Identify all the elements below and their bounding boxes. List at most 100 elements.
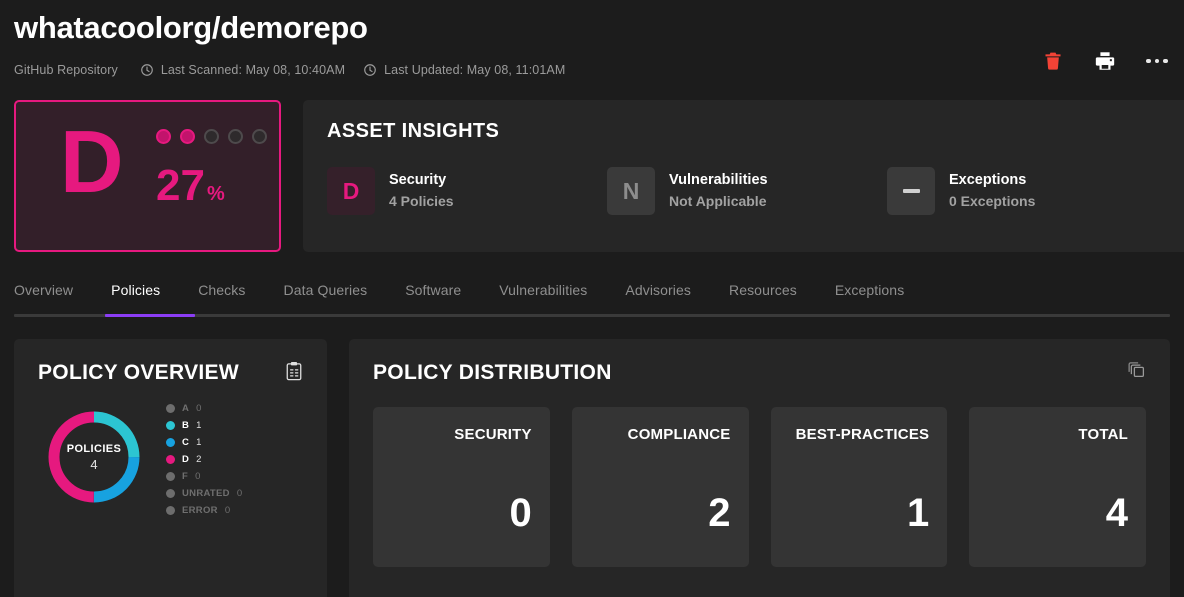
last-scanned-text: Last Scanned: May 08, 10:40AM bbox=[160, 63, 346, 77]
tab-software[interactable]: Software bbox=[405, 282, 461, 300]
legend-item-unrated[interactable]: UNRATED 0 bbox=[166, 485, 242, 502]
legend-label-a: A bbox=[182, 403, 190, 414]
stat-label-compliance: COMPLIANCE bbox=[627, 426, 731, 443]
insight-security-value: 4 Policies bbox=[389, 193, 454, 209]
legend-item-a[interactable]: A 0 bbox=[166, 400, 242, 417]
grade-dot-5 bbox=[252, 129, 267, 144]
legend-count-a: 0 bbox=[196, 403, 202, 414]
tab-list: Overview Policies Checks Data Queries So… bbox=[14, 272, 1170, 300]
grade-percent-value: 27 bbox=[156, 161, 205, 210]
delete-button[interactable] bbox=[1040, 48, 1066, 74]
legend-dot-a bbox=[166, 404, 175, 413]
asset-type-label: GitHub Repository bbox=[14, 63, 118, 77]
insight-vulnerabilities-text: Vulnerabilities Not Applicable bbox=[669, 170, 768, 212]
policy-donut-chart: POLICIES 4 bbox=[44, 407, 144, 507]
header-actions bbox=[1040, 48, 1170, 74]
insight-security-label: Security bbox=[389, 172, 447, 188]
legend-label-b: B bbox=[182, 420, 190, 431]
policy-grade-chart: POLICIES 4 A 0 B 1 C 1 D 2 F 0 UNRATED 0… bbox=[38, 403, 303, 519]
trash-icon bbox=[1045, 52, 1061, 70]
stat-value-total: 4 bbox=[1105, 491, 1128, 535]
grade-dot-1 bbox=[156, 129, 171, 144]
legend-item-c[interactable]: C 1 bbox=[166, 434, 242, 451]
legend-dot-f bbox=[166, 472, 175, 481]
tab-vulnerabilities[interactable]: Vulnerabilities bbox=[499, 282, 587, 300]
stat-value-best-practices: 1 bbox=[907, 491, 930, 535]
legend-label-error: ERROR bbox=[182, 505, 218, 516]
clipboard-list-icon[interactable] bbox=[285, 361, 303, 386]
legend-count-d: 2 bbox=[196, 454, 202, 465]
legend-label-d: D bbox=[182, 454, 190, 465]
legend-dot-error bbox=[166, 506, 175, 515]
legend-label-c: C bbox=[182, 437, 190, 448]
copy-layers-icon-glyph bbox=[1128, 362, 1145, 378]
insight-exceptions[interactable]: Exceptions 0 Exceptions bbox=[887, 167, 1167, 215]
policy-overview-title: POLICY OVERVIEW bbox=[38, 361, 239, 384]
legend-item-b[interactable]: B 1 bbox=[166, 417, 242, 434]
legend-dot-c bbox=[166, 438, 175, 447]
tab-policies[interactable]: Policies bbox=[111, 282, 160, 300]
tab-advisories[interactable]: Advisories bbox=[625, 282, 691, 300]
copy-layers-icon[interactable] bbox=[1128, 361, 1146, 384]
stat-tile-compliance[interactable]: COMPLIANCE 2 bbox=[571, 407, 749, 567]
asset-insights-title: ASSET INSIGHTS bbox=[327, 120, 500, 142]
stat-label-total: TOTAL bbox=[1078, 426, 1128, 443]
grade-dot-indicator bbox=[156, 129, 267, 144]
grade-percent-symbol: % bbox=[206, 183, 225, 205]
panels-row: POLICY OVERVIEW POLICIES 4 A 0 B 1 C 1 D… bbox=[0, 339, 1184, 597]
legend-count-error: 0 bbox=[224, 505, 231, 516]
print-button[interactable] bbox=[1092, 48, 1118, 74]
legend-item-d[interactable]: D 2 bbox=[166, 451, 242, 468]
printer-icon bbox=[1095, 52, 1115, 70]
stat-tile-best-practices[interactable]: BEST-PRACTICES 1 bbox=[770, 407, 948, 567]
stat-tile-total[interactable]: TOTAL 4 bbox=[969, 407, 1146, 567]
insight-vulnerabilities-value: Not Applicable bbox=[669, 193, 767, 209]
page-title: whatacoolorg/demorepo bbox=[14, 10, 368, 45]
overall-grade-card[interactable]: D 27% bbox=[14, 100, 281, 252]
insight-exceptions-value: 0 Exceptions bbox=[949, 193, 1036, 209]
dash-icon bbox=[902, 189, 920, 193]
clock-icon bbox=[364, 64, 376, 76]
tab-checks[interactable]: Checks bbox=[198, 282, 245, 300]
legend-count-unrated: 0 bbox=[236, 488, 243, 499]
stat-value-security: 0 bbox=[509, 491, 532, 535]
donut-center-label: POLICIES bbox=[66, 442, 122, 455]
legend-item-error[interactable]: ERROR 0 bbox=[166, 502, 242, 519]
grade-percent: 27% bbox=[156, 164, 225, 208]
insight-vulnerabilities-label: Vulnerabilities bbox=[669, 172, 768, 188]
summary-row: D 27% ASSET INSIGHTS D Security 4 Polici bbox=[0, 100, 1184, 252]
ellipsis-icon bbox=[1146, 58, 1168, 64]
tab-overview[interactable]: Overview bbox=[14, 282, 73, 300]
asset-insights-card: ASSET INSIGHTS D Security 4 Policies N V… bbox=[303, 100, 1184, 252]
tab-data-queries[interactable]: Data Queries bbox=[284, 282, 368, 300]
insight-security[interactable]: D Security 4 Policies bbox=[327, 167, 607, 215]
asset-detail-page: whatacoolorg/demorepo GitHub Repository … bbox=[0, 0, 1184, 597]
grade-dot-3 bbox=[204, 129, 219, 144]
grade-dot-4 bbox=[228, 129, 243, 144]
legend-label-unrated: UNRATED bbox=[182, 488, 230, 499]
last-scanned-meta: Last Scanned: May 08, 10:40AM bbox=[140, 63, 345, 77]
policy-distribution-tiles: SECURITY 0 COMPLIANCE 2 BEST-PRACTICES 1… bbox=[373, 407, 1146, 567]
tab-active-underline bbox=[105, 314, 195, 317]
grade-letter: D bbox=[60, 112, 124, 211]
insight-vulnerabilities[interactable]: N Vulnerabilities Not Applicable bbox=[607, 167, 887, 215]
asset-insights-list: D Security 4 Policies N Vulnerabilities … bbox=[327, 167, 1167, 215]
donut-center-text: POLICIES 4 bbox=[44, 407, 144, 507]
tab-rail bbox=[14, 314, 1170, 317]
legend-count-f: 0 bbox=[195, 471, 201, 482]
tab-exceptions[interactable]: Exceptions bbox=[835, 282, 904, 300]
clock-icon bbox=[140, 64, 153, 76]
policy-distribution-title: POLICY DISTRIBUTION bbox=[373, 361, 612, 384]
policy-legend: A 0 B 1 C 1 D 2 F 0 UNRATED 0 ERROR 0 bbox=[166, 400, 242, 519]
policy-distribution-panel: POLICY DISTRIBUTION SECURITY 0 COMPLIANC… bbox=[349, 339, 1170, 597]
grade-dot-2 bbox=[180, 129, 195, 144]
clipboard-list-icon-glyph bbox=[286, 362, 302, 381]
stat-tile-security[interactable]: SECURITY 0 bbox=[373, 407, 550, 567]
more-options-button[interactable] bbox=[1144, 48, 1170, 74]
vulnerabilities-grade-badge: N bbox=[607, 167, 655, 215]
legend-item-f[interactable]: F 0 bbox=[166, 468, 242, 485]
legend-dot-b bbox=[166, 421, 175, 430]
header-meta-row: GitHub Repository Last Scanned: May 08, … bbox=[14, 59, 1170, 81]
legend-dot-unrated bbox=[166, 489, 175, 498]
tab-resources[interactable]: Resources bbox=[729, 282, 797, 300]
